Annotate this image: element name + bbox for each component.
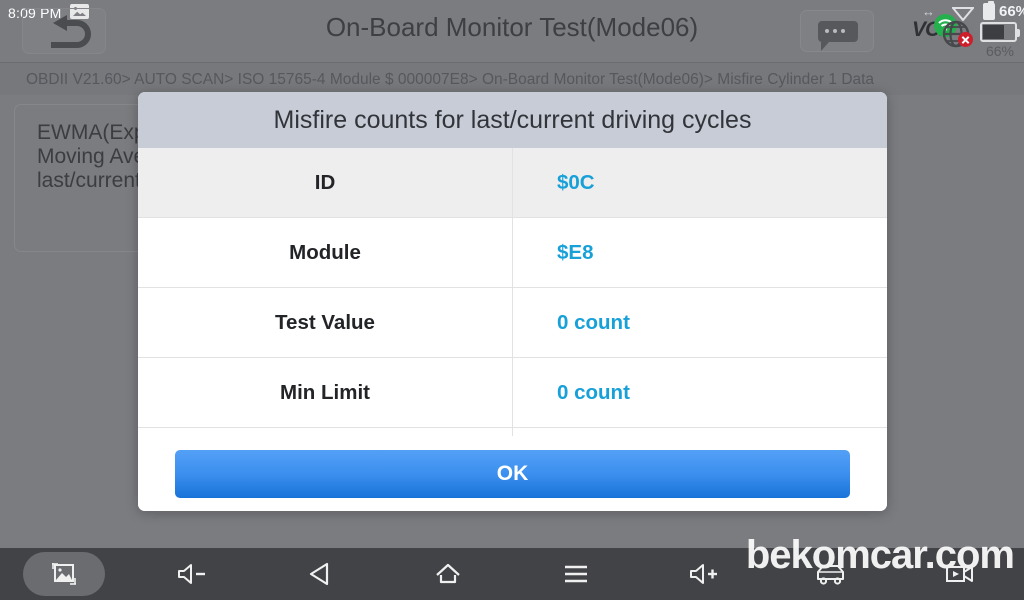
- back-triangle-icon: [309, 562, 329, 586]
- row-value: $E8: [557, 240, 594, 264]
- row-label: ID: [138, 148, 513, 217]
- top-bar: 8:09 PM On-Board Monitor Test(Mode06) VC…: [0, 0, 1024, 62]
- screenshot-icon: [52, 563, 76, 585]
- video-record-icon: [946, 566, 973, 582]
- nav-volume-up-button[interactable]: [640, 548, 768, 600]
- nav-screenshot-button[interactable]: [0, 548, 128, 600]
- home-icon: [436, 563, 460, 584]
- row-label: Min Limit: [138, 358, 513, 427]
- dialog-title: Misfire counts for last/current driving …: [138, 92, 887, 148]
- table-row: Module $E8: [138, 218, 887, 288]
- wifi-signal-icon: [952, 7, 974, 21]
- row-value: 0 count: [557, 310, 630, 334]
- nav-back-button[interactable]: [256, 548, 384, 600]
- row-label: Test Value: [138, 288, 513, 357]
- battery-fill: [983, 25, 1005, 39]
- nav-record-button[interactable]: [896, 548, 1024, 600]
- car-icon: [817, 565, 844, 585]
- device-screen: 8:09 PM On-Board Monitor Test(Mode06) VC…: [0, 0, 1024, 600]
- battery-percent-top: 66%: [999, 3, 1024, 20]
- ok-button[interactable]: OK: [175, 449, 850, 498]
- table-row: Test Value 0 count: [138, 288, 887, 358]
- row-value: $0C: [557, 170, 595, 194]
- dialog-footer: OK: [138, 436, 887, 511]
- misfire-counts-dialog: Misfire counts for last/current driving …: [138, 92, 887, 511]
- battery-large-icon: [980, 22, 1020, 42]
- hamburger-menu-icon: [565, 565, 587, 583]
- battery-small-icon: [983, 1, 995, 20]
- table-row: Min Limit 0 count: [138, 358, 887, 428]
- nav-car-button[interactable]: [768, 548, 896, 600]
- row-label: Module: [138, 218, 513, 287]
- volume-down-icon: [178, 564, 205, 584]
- row-value: 0 count: [557, 380, 630, 404]
- row-label: [138, 428, 513, 436]
- battery-percent-bottom: 66%: [985, 43, 1015, 59]
- row-value: [513, 428, 887, 436]
- bottom-navigation-bar: [0, 548, 1024, 600]
- nav-volume-down-button[interactable]: [128, 548, 256, 600]
- chat-dots: [825, 29, 845, 33]
- volume-up-icon: [690, 564, 717, 584]
- globe-error-badge: [958, 32, 973, 47]
- table-row: ID $0C: [138, 148, 887, 218]
- nav-menu-button[interactable]: [512, 548, 640, 600]
- nav-home-button[interactable]: [384, 548, 512, 600]
- breadcrumb[interactable]: OBDII V21.60> AUTO SCAN> ISO 15765-4 Mod…: [0, 62, 1024, 95]
- chat-button[interactable]: [800, 10, 874, 52]
- dialog-table: ID $0C Module $E8 Test Value 0 count Min…: [138, 148, 887, 436]
- data-transfer-icon: ↔: [922, 4, 935, 19]
- table-row-partial: [138, 428, 887, 436]
